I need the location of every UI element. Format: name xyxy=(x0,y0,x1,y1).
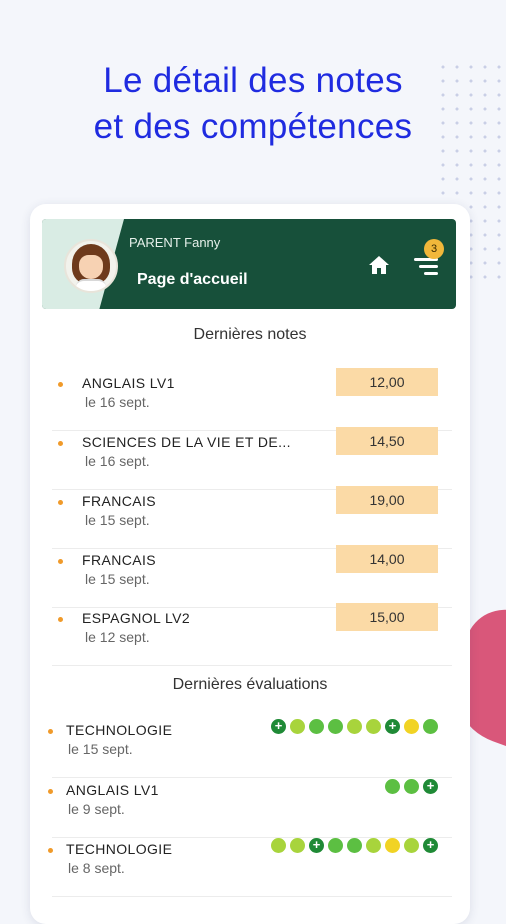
headline: Le détail des notes et des compétences xyxy=(0,58,506,150)
evaluation-row[interactable]: TECHNOLOGIE le 8 sept. xyxy=(48,837,452,897)
competence-levels xyxy=(267,837,438,858)
evaluation-row[interactable]: TECHNOLOGIE le 15 sept. xyxy=(48,718,452,778)
note-grade: 19,00 xyxy=(336,486,438,514)
competence-level-dot xyxy=(347,838,362,853)
bullet xyxy=(58,617,63,622)
note-grade: 14,00 xyxy=(336,545,438,573)
competence-level-dot xyxy=(328,719,343,734)
competence-level-dot xyxy=(385,718,400,734)
note-grade: 14,50 xyxy=(336,427,438,455)
app-header: PARENT Fanny Page d'accueil 3 xyxy=(42,219,456,309)
avatar[interactable] xyxy=(64,239,118,293)
note-grade: 12,00 xyxy=(336,368,438,396)
note-date: le 16 sept. xyxy=(85,453,150,469)
bullet xyxy=(48,729,53,734)
evaluation-subject: TECHNOLOGIE xyxy=(66,841,173,857)
evaluation-row[interactable]: ANGLAIS LV1 le 9 sept. xyxy=(48,778,452,838)
note-date: le 12 sept. xyxy=(85,629,150,645)
competence-levels xyxy=(267,718,438,739)
competence-level-dot xyxy=(404,719,419,734)
competence-level-dot xyxy=(328,838,343,853)
competence-level-dot xyxy=(309,719,324,734)
note-grade: 15,00 xyxy=(336,603,438,631)
note-subject: ESPAGNOL LV2 xyxy=(82,610,191,626)
bullet xyxy=(58,500,63,505)
note-subject: FRANCAIS xyxy=(82,493,156,509)
bullet xyxy=(58,559,63,564)
note-row[interactable]: FRANCAIS le 15 sept. 19,00 xyxy=(52,486,452,549)
competence-level-dot xyxy=(309,837,324,853)
bullet xyxy=(58,441,63,446)
note-row[interactable]: ESPAGNOL LV2 le 12 sept. 15,00 xyxy=(52,603,452,666)
note-row[interactable]: ANGLAIS LV1 le 16 sept. 12,00 xyxy=(52,368,452,431)
phone-screen: PARENT Fanny Page d'accueil 3 Dernières … xyxy=(30,204,470,924)
competence-level-dot xyxy=(366,838,381,853)
competence-level-dot xyxy=(404,779,419,794)
evaluation-date: le 9 sept. xyxy=(68,801,125,817)
headline-line-1: Le détail des notes xyxy=(103,61,403,100)
competence-level-dot xyxy=(347,719,362,734)
evaluation-subject: ANGLAIS LV1 xyxy=(66,782,159,798)
note-row[interactable]: SCIENCES DE LA VIE ET DE... le 16 sept. 14… xyxy=(52,427,452,490)
bullet xyxy=(58,382,63,387)
user-name: PARENT Fanny xyxy=(129,235,221,250)
evaluation-date: le 15 sept. xyxy=(68,741,133,757)
note-date: le 15 sept. xyxy=(85,512,150,528)
competence-level-dot xyxy=(271,838,286,853)
note-date: le 16 sept. xyxy=(85,394,150,410)
evaluation-date: le 8 sept. xyxy=(68,860,125,876)
competence-level-dot xyxy=(290,719,305,734)
competence-level-dot xyxy=(423,719,438,734)
competence-level-dot xyxy=(271,718,286,734)
home-icon[interactable] xyxy=(368,255,390,275)
notification-badge: 3 xyxy=(424,239,444,259)
note-subject: SCIENCES DE LA VIE ET DE... xyxy=(82,434,291,450)
notes-section-title: Dernières notes xyxy=(193,326,307,343)
note-date: le 15 sept. xyxy=(85,571,150,587)
bullet xyxy=(48,848,53,853)
page-title: Page d'accueil xyxy=(137,271,248,288)
competence-level-dot xyxy=(423,778,438,794)
bullet xyxy=(48,789,53,794)
note-row[interactable]: FRANCAIS le 15 sept. 14,00 xyxy=(52,545,452,608)
competence-level-dot xyxy=(385,779,400,794)
competence-level-dot xyxy=(423,837,438,853)
note-subject: FRANCAIS xyxy=(82,552,156,568)
competence-level-dot xyxy=(290,838,305,853)
evaluations-section-title: Dernières évaluations xyxy=(172,676,328,693)
competence-level-dot xyxy=(385,838,400,853)
evaluation-subject: TECHNOLOGIE xyxy=(66,722,173,738)
competence-level-dot xyxy=(366,719,381,734)
competence-level-dot xyxy=(404,838,419,853)
competence-levels xyxy=(381,778,438,799)
note-subject: ANGLAIS LV1 xyxy=(82,375,175,391)
headline-line-2: et des compétences xyxy=(93,107,413,146)
